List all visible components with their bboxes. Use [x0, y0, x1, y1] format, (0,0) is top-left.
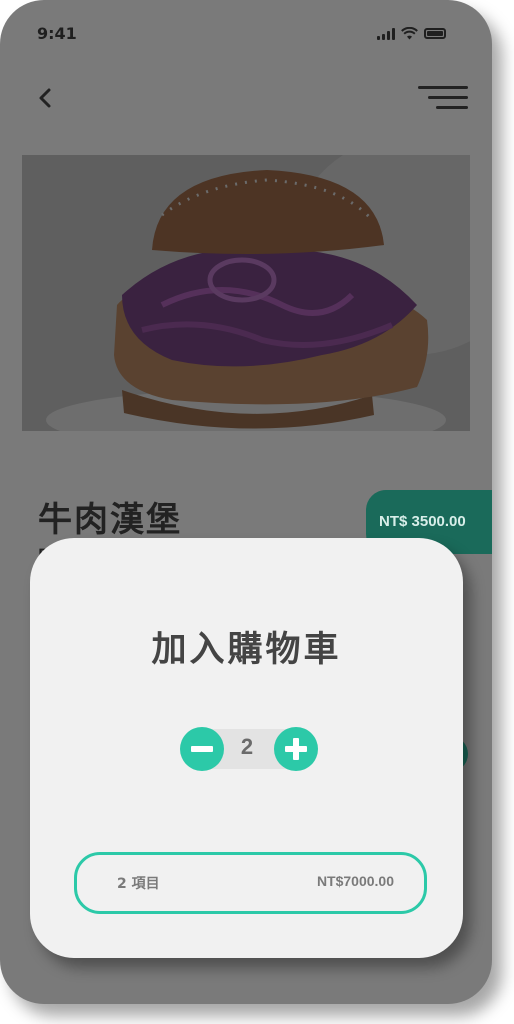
item-count: 2 項目 — [117, 876, 160, 892]
menu-icon — [418, 86, 468, 89]
increase-quantity-button[interactable] — [274, 727, 318, 771]
status-icons — [377, 27, 446, 40]
total-price: NT$7000.00 — [316, 873, 394, 889]
decrease-quantity-button[interactable] — [180, 727, 224, 771]
menu-button[interactable] — [418, 82, 468, 112]
status-bar: 9:41 — [0, 0, 492, 60]
signal-icon — [377, 27, 395, 40]
add-to-cart-button[interactable]: 2 項目 NT$7000.00 — [74, 852, 427, 914]
back-button[interactable] — [34, 86, 58, 110]
product-image — [22, 155, 470, 431]
phone-screen: 9:41 牛肉漢堡 NT$ 3500.00 加入購物車 2 2 項目 NT$70… — [0, 0, 492, 1004]
minus-icon — [191, 746, 213, 752]
status-time: 9:41 — [37, 24, 77, 43]
wifi-icon — [401, 27, 418, 40]
burger-image — [22, 155, 470, 431]
product-name: 牛肉漢堡 — [38, 500, 182, 540]
back-icon — [39, 88, 51, 108]
battery-icon — [424, 28, 446, 39]
quantity-value: 2 — [240, 734, 254, 759]
modal-title: 加入購物車 — [151, 630, 342, 670]
add-to-cart-modal: 加入購物車 2 2 項目 NT$7000.00 — [30, 538, 463, 958]
